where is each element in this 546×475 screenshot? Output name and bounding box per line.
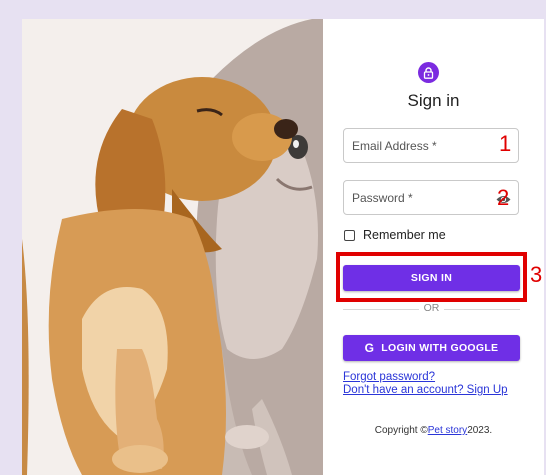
email-field-label: Email Address * <box>352 139 437 153</box>
login-card: Sign in Email Address * 1 Password * 2 R… <box>22 19 544 475</box>
lock-icon <box>418 62 439 83</box>
or-divider-text: OR <box>423 302 440 314</box>
google-login-label: LOGIN WITH GOOGLE <box>381 342 499 354</box>
annotation-highlight-box <box>336 252 527 302</box>
or-divider: OR <box>343 302 520 314</box>
remember-me-row[interactable]: Remember me <box>344 228 446 242</box>
page-title: Sign in <box>407 91 460 110</box>
remember-me-checkbox[interactable] <box>344 229 355 241</box>
copyright-year: 2023. <box>467 425 493 436</box>
copyright-text: Copyright ©Pet story2023. <box>323 425 544 436</box>
forgot-password-link[interactable]: Forgot password? <box>343 371 435 383</box>
copyright-prefix: Copyright © <box>374 425 428 436</box>
remember-me-label: Remember me <box>363 228 446 242</box>
brand-link[interactable]: Pet story <box>428 425 467 436</box>
annotation-step-2: 2 <box>497 185 510 210</box>
email-field[interactable]: Email Address * <box>343 128 519 163</box>
annotation-step-1: 1 <box>499 131 512 156</box>
google-login-button[interactable]: G LOGIN WITH GOOGLE <box>343 335 520 361</box>
google-g-icon: G <box>364 341 375 355</box>
sign-up-link[interactable]: Don't have an account? Sign Up <box>343 384 508 396</box>
password-field[interactable]: Password * <box>343 180 519 215</box>
annotation-step-3: 3 <box>530 262 543 287</box>
password-field-label: Password * <box>352 191 413 205</box>
sign-in-panel: Sign in Email Address * 1 Password * 2 R… <box>323 19 544 475</box>
hero-image-puppy-and-kitten <box>22 19 323 475</box>
